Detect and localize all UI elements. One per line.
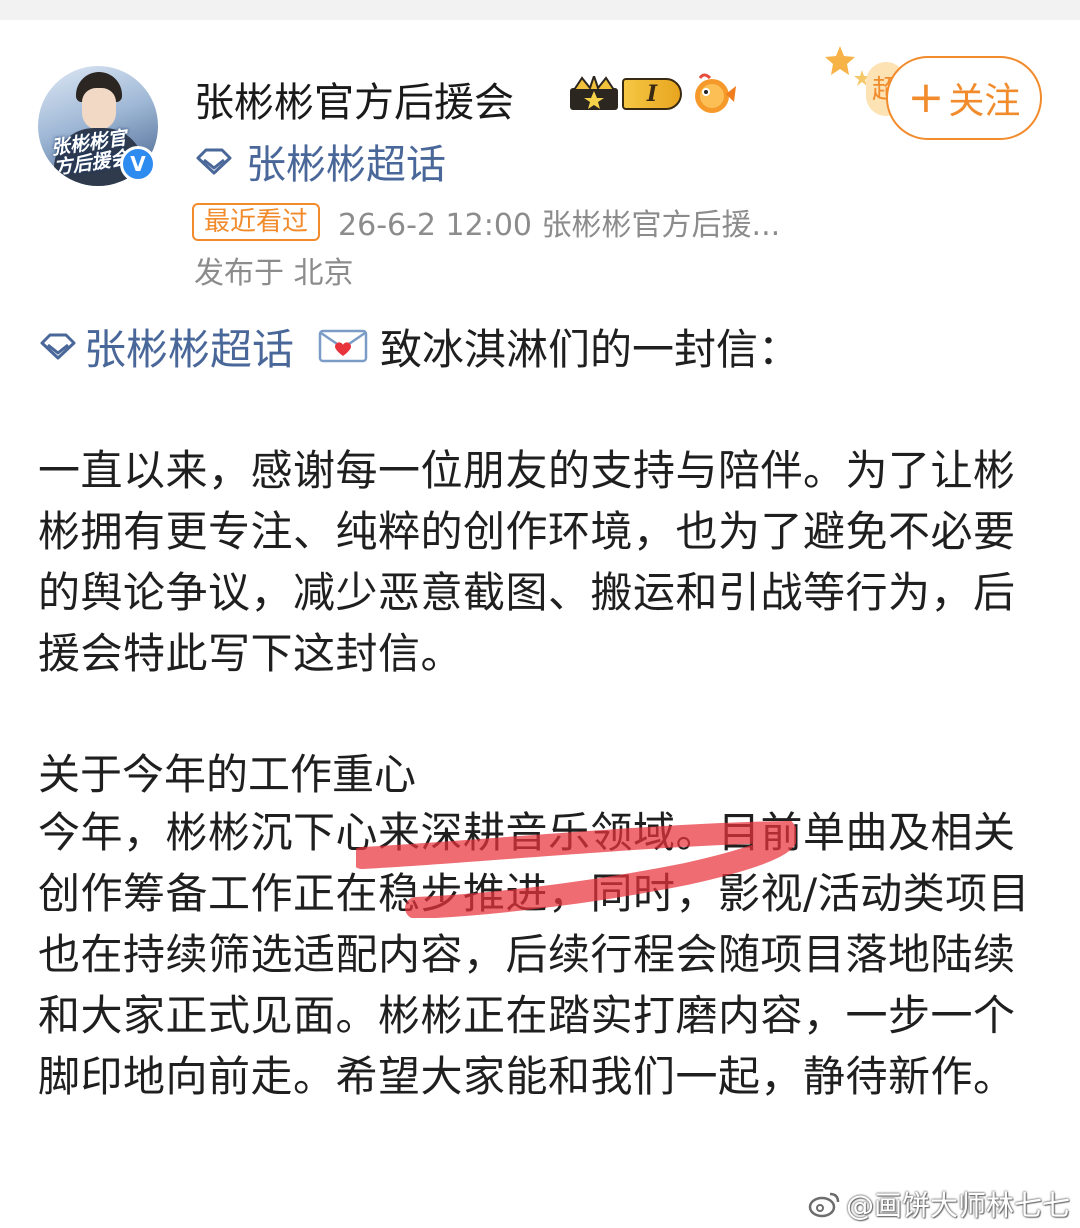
- watermark: @画饼大师林七七: [808, 1184, 1070, 1224]
- recent-tag: 最近看过: [192, 203, 321, 241]
- post-body: 张彬彬超话 致冰淇淋们的一封信： 一直以来，感谢每一位朋友的支持与陪伴。为了让彬…: [38, 318, 1048, 1102]
- level-badge-label: I: [646, 81, 658, 107]
- topic-link[interactable]: 张彬彬超话: [194, 132, 446, 190]
- level-badge-icon[interactable]: I: [622, 78, 682, 110]
- follow-button[interactable]: + 关注: [886, 56, 1042, 140]
- post-title-line: 张彬彬超话 致冰淇淋们的一封信：: [38, 318, 1048, 374]
- post-topic-link[interactable]: 张彬彬超话: [38, 316, 294, 377]
- weibo-logo-icon: [808, 1192, 840, 1218]
- watermark-text: @画饼大师林七七: [846, 1189, 1071, 1222]
- post-title: 致冰淇淋们的一封信：: [380, 324, 801, 374]
- top-strip: [0, 0, 1080, 20]
- diamond-topic-icon: [196, 148, 232, 175]
- username[interactable]: 张彬彬官方后援会: [194, 70, 514, 128]
- post-topic-label: 张彬彬超话: [84, 324, 295, 374]
- section-heading: 关于今年的工作重心: [38, 750, 417, 799]
- verified-icon: V: [120, 146, 156, 182]
- paragraph-work-focus: 今年，彬彬沉下心来深耕音乐领域。目前单曲及相关创作筹备工作正在稳步推进，同时，影…: [38, 808, 1031, 1101]
- crown-badge-icon[interactable]: [568, 76, 620, 112]
- post-meta: 最近看过 26-6-2 12:00 张彬彬官方后援...: [192, 200, 780, 244]
- location: 发布于 北京: [194, 256, 354, 291]
- plus-icon: +: [907, 72, 945, 123]
- fish-badge-icon[interactable]: [690, 72, 736, 116]
- avatar-face: [82, 88, 116, 130]
- time-source: 26-6-2 12:00 张彬彬官方后援...: [338, 208, 781, 243]
- paragraph-intro: 一直以来，感谢每一位朋友的支持与陪伴。为了让彬彬拥有更专注、纯粹的创作环境，也为…: [38, 446, 1016, 678]
- follow-label: 关注: [948, 81, 1021, 122]
- topic-label: 张彬彬超话: [246, 142, 446, 188]
- diamond-topic-icon: [40, 333, 76, 360]
- love-letter-icon: [318, 329, 368, 363]
